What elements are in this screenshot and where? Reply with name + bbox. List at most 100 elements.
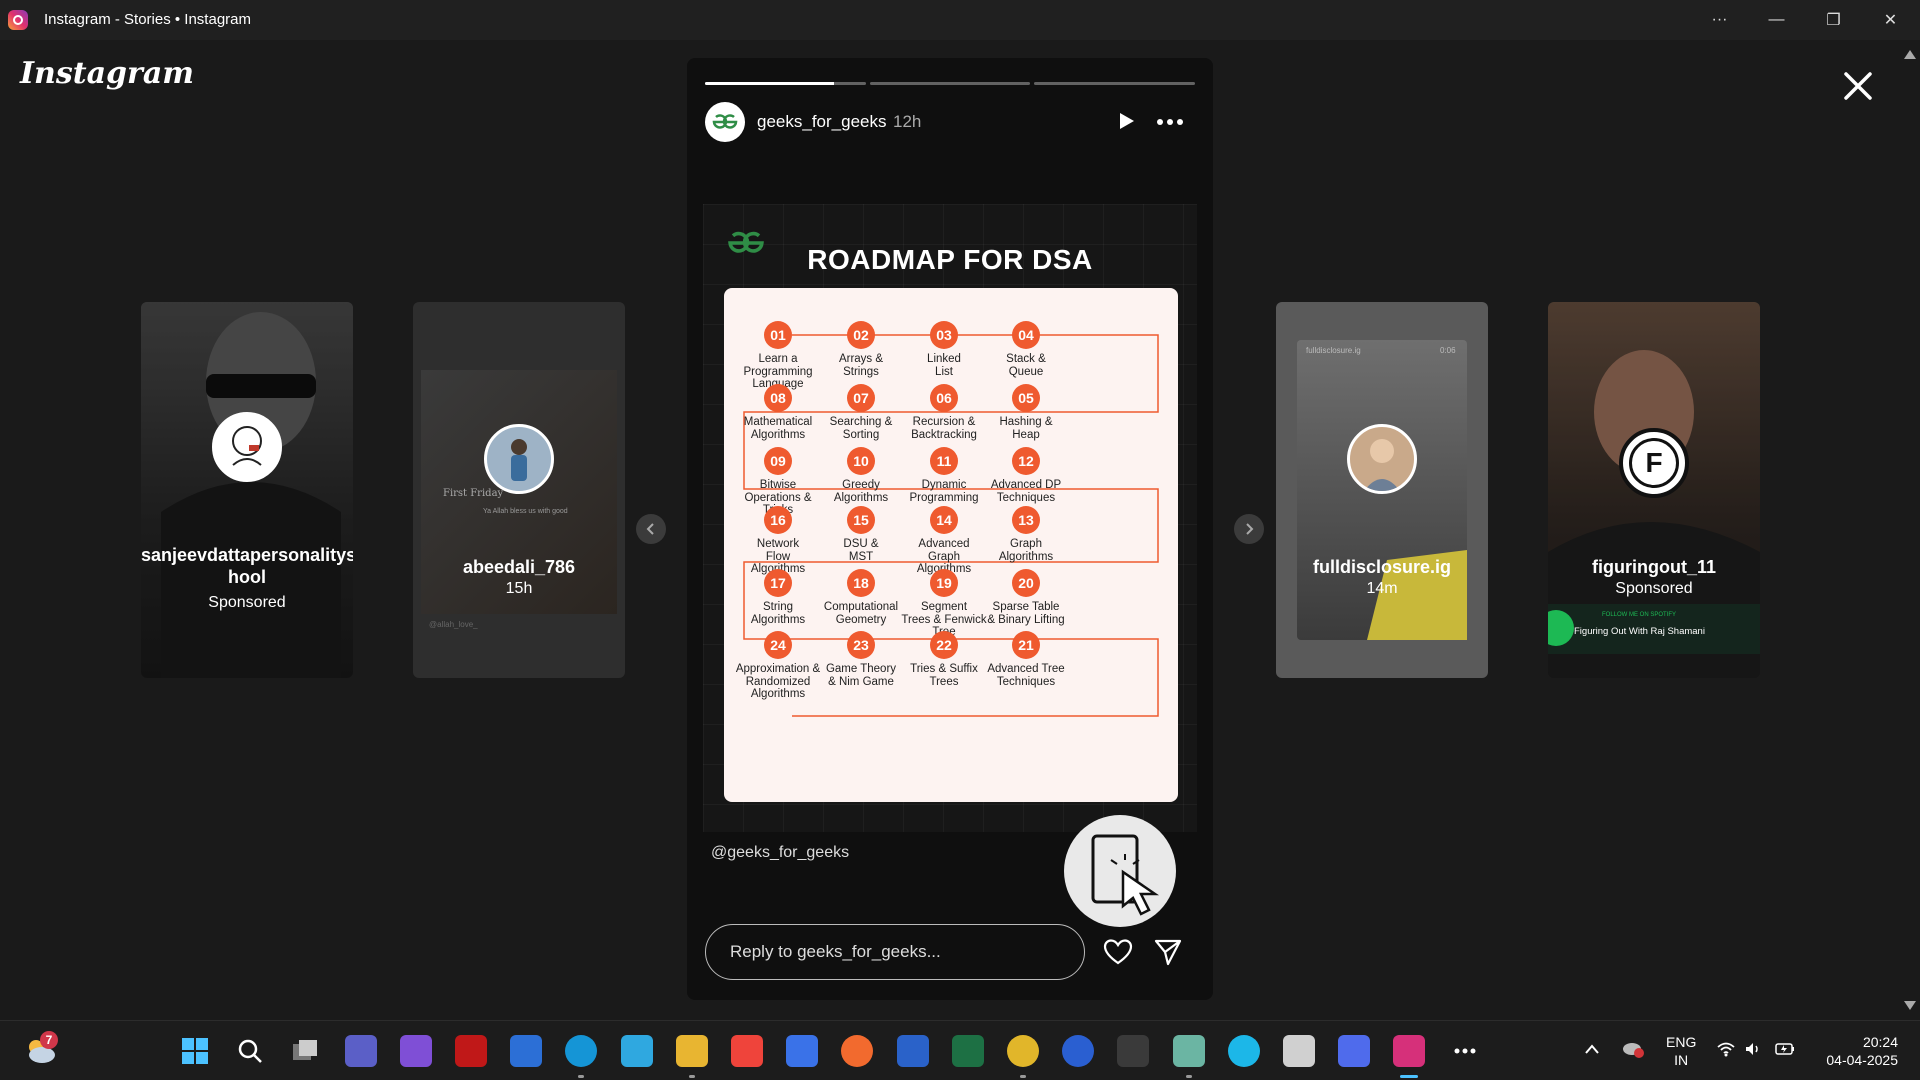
chrome-icon[interactable] — [1007, 1035, 1039, 1067]
volume-icon[interactable] — [1744, 1041, 1762, 1057]
preview-subcaption: Ya Allah bless us with good — [483, 508, 568, 515]
roadmap-step-label: Advanced Tree Techniques — [987, 663, 1065, 688]
roadmap-step-number: 08 — [764, 384, 792, 412]
roadmap-step-number: 22 — [930, 631, 958, 659]
roadmap-step-number: 05 — [1012, 384, 1040, 412]
windows-start-icon[interactable] — [179, 1035, 211, 1067]
copilot-icon[interactable] — [399, 1035, 432, 1067]
ai-assistant-icon[interactable] — [786, 1035, 819, 1067]
window-minimize-button[interactable]: — — [1748, 0, 1805, 40]
story-username[interactable]: geeks_for_geeks — [757, 112, 886, 132]
firefox-icon[interactable] — [841, 1035, 874, 1067]
heart-icon[interactable] — [1103, 938, 1133, 966]
roadmap-step: 20 Sparse Table & Binary Lifting — [974, 569, 1078, 626]
story-preview-figuringout[interactable]: F figuringout_11 Sponsored FOLLOW ME ON … — [1548, 302, 1760, 678]
running-app-indicator — [1185, 1075, 1192, 1078]
preview-avatar: F — [1619, 428, 1689, 498]
window-close-button[interactable]: ✕ — [1862, 0, 1919, 40]
deepseek-icon[interactable] — [1338, 1035, 1371, 1067]
roadmap-step-number: 12 — [1012, 447, 1040, 475]
excel-icon[interactable] — [951, 1035, 984, 1067]
system-clock[interactable]: 20:24 04-04-2025 — [1816, 1033, 1898, 1069]
edge-icon[interactable] — [565, 1035, 598, 1067]
more-apps-icon[interactable] — [1449, 1035, 1481, 1067]
roadmap-step-number: 03 — [930, 321, 958, 349]
roadmap-step-number: 14 — [930, 506, 958, 534]
roadmap-step: 12 Advanced DP Techniques — [974, 447, 1078, 504]
reply-input[interactable] — [705, 924, 1085, 980]
roadmap-step-number: 11 — [930, 447, 958, 475]
preview-username: fulldisclosure.ig — [1312, 557, 1452, 577]
story-more-options-icon[interactable] — [1157, 119, 1183, 125]
preview-subtext: Sponsored — [208, 594, 286, 611]
safari-icon[interactable] — [620, 1035, 653, 1067]
roadmap-step-label: Stack & Queue — [1006, 353, 1046, 378]
anydesk-icon[interactable] — [731, 1035, 763, 1067]
calendar-icon[interactable] — [896, 1035, 929, 1067]
roadmap-step-number: 20 — [1012, 569, 1040, 597]
wifi-icon[interactable] — [1716, 1041, 1736, 1057]
roadmap-step-number: 07 — [847, 384, 875, 412]
show-hidden-icons-chevron-icon[interactable] — [1584, 1043, 1600, 1055]
instagram-logo[interactable]: Instagram — [20, 56, 194, 91]
windows-taskbar: 7 ENG IN 20:24 04-04-2025 — [0, 1020, 1920, 1080]
region-code: IN — [1674, 1052, 1689, 1068]
window-maximize-button[interactable]: ❐ — [1805, 0, 1862, 40]
roadmap-step-number: 15 — [847, 506, 875, 534]
send-icon[interactable] — [1153, 938, 1183, 966]
page-scrollbar[interactable] — [1900, 40, 1920, 1020]
spotify-banner-title: Figuring Out With Raj Shamani — [1574, 626, 1705, 637]
story-timestamp: 12h — [893, 112, 922, 131]
story-progress-segment — [705, 82, 866, 85]
roadmap-step-number: 23 — [847, 631, 875, 659]
task-view-icon[interactable] — [289, 1035, 321, 1067]
onedrive-error-icon[interactable] — [1622, 1039, 1644, 1059]
story-preview-fulldisclosure[interactable]: fulldisclosure.ig 0:06 fulldisclosure.ig… — [1276, 302, 1488, 678]
battery-charging-icon[interactable] — [1774, 1041, 1796, 1057]
roadmap-step-number: 13 — [1012, 506, 1040, 534]
chatgpt-icon[interactable] — [1172, 1035, 1205, 1067]
window-more-button[interactable]: ··· — [1691, 0, 1748, 40]
chevron-right-icon — [1246, 523, 1254, 535]
preview-duration: 0:06 — [1440, 346, 1456, 355]
preview-subtext: 14m — [1366, 580, 1398, 597]
play-icon[interactable] — [1115, 110, 1137, 132]
story-avatar[interactable] — [705, 102, 745, 142]
spotify-banner: FOLLOW ME ON SPOTIFY Figuring Out With R… — [1548, 604, 1760, 654]
scroll-down-arrow-icon[interactable] — [1904, 1001, 1916, 1010]
next-story-button[interactable] — [1234, 514, 1264, 544]
search-icon[interactable] — [234, 1035, 266, 1067]
geeksforgeeks-logo-icon — [712, 114, 738, 129]
roadmap-step-number: 09 — [764, 447, 792, 475]
preview-avatar — [484, 424, 554, 494]
font-viewer-icon[interactable] — [1117, 1035, 1150, 1067]
alexa-icon[interactable] — [1227, 1035, 1260, 1067]
roadmap-step-number: 18 — [847, 569, 875, 597]
figuringout-logo-icon: F — [1629, 438, 1679, 488]
roadmap-title: ROADMAP FOR DSA — [807, 244, 1093, 275]
story-preview-sanjeevdatta[interactable]: sanjeevdattapersonalitysc hool Sponsored — [141, 302, 353, 678]
running-app-indicator — [1400, 1075, 1419, 1078]
ccleaner-icon[interactable] — [1062, 1035, 1095, 1067]
app-placeholder-icon[interactable] — [1283, 1035, 1315, 1067]
store-icon[interactable] — [510, 1035, 543, 1067]
roadmap-step-number: 21 — [1012, 631, 1040, 659]
close-story-icon[interactable] — [1838, 66, 1878, 106]
roadmap-step-label: Sparse Table & Binary Lifting — [987, 601, 1065, 626]
roadmap-step: 21 Advanced Tree Techniques — [974, 631, 1078, 688]
scroll-up-arrow-icon[interactable] — [1904, 50, 1916, 59]
input-language-indicator[interactable]: ENG IN — [1666, 1033, 1696, 1069]
swipe-tap-hand-icon — [1064, 815, 1176, 927]
instagram-icon[interactable] — [1393, 1035, 1426, 1067]
mcafee-icon[interactable] — [455, 1035, 487, 1067]
window-title-bar: Instagram - Stories • Instagram ··· — ❐ … — [0, 0, 1920, 40]
roadmap-step-number: 19 — [930, 569, 958, 597]
story-mention[interactable]: @geeks_for_geeks — [711, 844, 849, 862]
file-explorer-icon[interactable] — [675, 1035, 708, 1067]
active-story[interactable]: geeks_for_geeks 12h ROADMAP FOR DSA 01 Le… — [687, 58, 1213, 1000]
preview-header: fulldisclosure.ig — [1306, 346, 1361, 355]
previous-story-button[interactable] — [636, 514, 666, 544]
story-preview-abeedali[interactable]: First Friday Ya Allah bless us with good… — [413, 302, 625, 678]
teams-icon[interactable] — [344, 1035, 377, 1067]
preview-username: abeedali_786 — [462, 557, 576, 577]
